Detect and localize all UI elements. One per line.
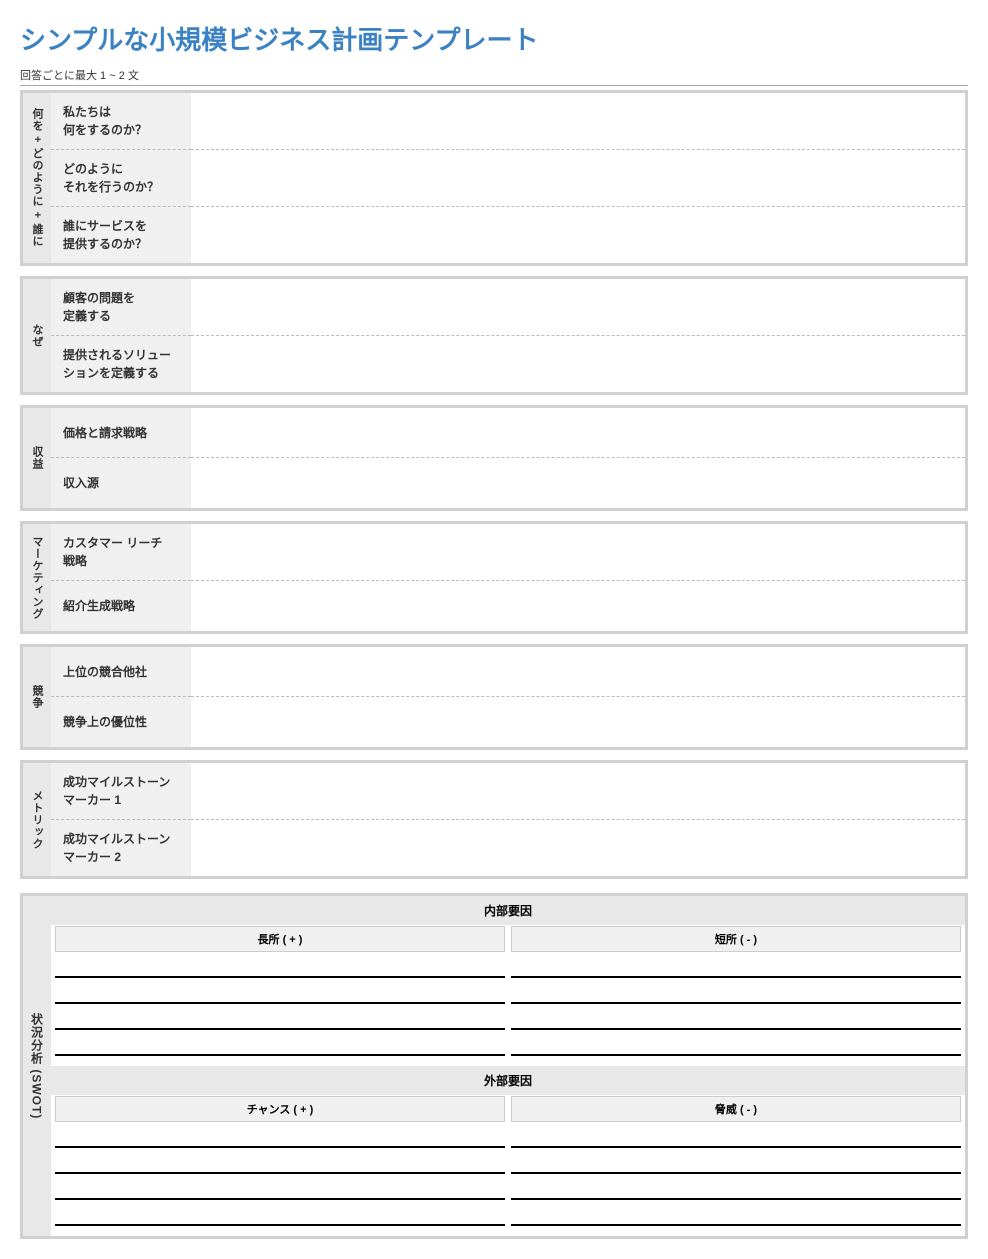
section-rows: 私たちは 何をするのか？どのように それを行うのか？誰にサービスを 提供するのか…	[51, 93, 965, 263]
swot-entry[interactable]	[55, 978, 505, 1004]
section-vertical-label: マーケティング	[23, 524, 51, 631]
subtitle: 回答ごとに最大 1 ~ 2 文	[20, 67, 968, 86]
section-block: なぜ顧客の問題を 定義する提供されるソリューションを定義する	[20, 276, 968, 395]
section-vertical-label: 何を + どのように + 誰に	[23, 93, 51, 263]
swot-entry[interactable]	[511, 952, 961, 978]
row-label: どのように それを行うのか？	[51, 150, 191, 207]
section-row: 収入源	[51, 458, 965, 508]
section-rows: 成功マイルストーン マーカー 1成功マイルストーン マーカー 2	[51, 763, 965, 876]
row-label: 顧客の問題を 定義する	[51, 279, 191, 336]
row-label: 成功マイルストーン マーカー 2	[51, 820, 191, 876]
swot-entry[interactable]	[511, 1174, 961, 1200]
section-vertical-label: なぜ	[23, 279, 51, 392]
section-vertical-label: メトリック	[23, 763, 51, 876]
swot-opportunities-col: チャンス ( + )	[55, 1096, 505, 1230]
swot-weaknesses-col: 短所 ( - )	[511, 926, 961, 1060]
row-content[interactable]	[191, 279, 965, 336]
page-title: シンプルな小規模ビジネス計画テンプレート	[20, 20, 968, 57]
section-block: 何を + どのように + 誰に私たちは 何をするのか？どのように それを行うのか…	[20, 90, 968, 266]
section-rows: 顧客の問題を 定義する提供されるソリューションを定義する	[51, 279, 965, 392]
swot-threats-body	[511, 1122, 961, 1230]
row-label: 成功マイルストーン マーカー 1	[51, 763, 191, 820]
swot-entry[interactable]	[511, 1148, 961, 1174]
row-content[interactable]	[191, 647, 965, 697]
section-row: 紹介生成戦略	[51, 581, 965, 631]
swot-internal-header: 内部要因	[51, 896, 965, 926]
row-content[interactable]	[191, 458, 965, 508]
swot-entry[interactable]	[511, 1200, 961, 1226]
section-rows: 上位の競合他社競争上の優位性	[51, 647, 965, 747]
row-label: 価格と請求戦略	[51, 408, 191, 458]
row-content[interactable]	[191, 820, 965, 876]
sections-container: 何を + どのように + 誰に私たちは 何をするのか？どのように それを行うのか…	[20, 90, 968, 879]
swot-opportunities-header: チャンス ( + )	[55, 1096, 505, 1122]
row-label: 誰にサービスを 提供するのか？	[51, 207, 191, 263]
swot-strengths-header: 長所 ( + )	[55, 926, 505, 952]
swot-vertical-label: 状況分析 (SWOT)	[23, 896, 51, 1236]
row-content[interactable]	[191, 763, 965, 820]
row-content[interactable]	[191, 336, 965, 392]
row-content[interactable]	[191, 697, 965, 747]
section-row: 競争上の優位性	[51, 697, 965, 747]
swot-threats-header: 脅威 ( - )	[511, 1096, 961, 1122]
swot-internal-cols: 長所 ( + ) 短所 ( - )	[51, 926, 965, 1060]
row-label: 私たちは 何をするのか？	[51, 93, 191, 150]
section-row: 上位の競合他社	[51, 647, 965, 697]
section-block: メトリック成功マイルストーン マーカー 1成功マイルストーン マーカー 2	[20, 760, 968, 879]
swot-entry[interactable]	[55, 1174, 505, 1200]
section-block: 収益価格と請求戦略収入源	[20, 405, 968, 511]
section-rows: カスタマー リーチ 戦略紹介生成戦略	[51, 524, 965, 631]
swot-opportunities-body	[55, 1122, 505, 1230]
section-row: 成功マイルストーン マーカー 1	[51, 763, 965, 820]
section-block: マーケティングカスタマー リーチ 戦略紹介生成戦略	[20, 521, 968, 634]
swot-external-cols: チャンス ( + ) 脅威 ( - )	[51, 1096, 965, 1230]
swot-weaknesses-body	[511, 952, 961, 1060]
swot-entry[interactable]	[55, 1030, 505, 1056]
row-content[interactable]	[191, 524, 965, 581]
section-row: カスタマー リーチ 戦略	[51, 524, 965, 581]
section-row: どのように それを行うのか？	[51, 150, 965, 207]
section-rows: 価格と請求戦略収入源	[51, 408, 965, 508]
row-content[interactable]	[191, 581, 965, 631]
row-label: 提供されるソリューションを定義する	[51, 336, 191, 392]
swot-entry[interactable]	[55, 1004, 505, 1030]
section-row: 顧客の問題を 定義する	[51, 279, 965, 336]
row-content[interactable]	[191, 408, 965, 458]
swot-threats-col: 脅威 ( - )	[511, 1096, 961, 1230]
swot-strengths-body	[55, 952, 505, 1060]
section-vertical-label: 競争	[23, 647, 51, 747]
section-row: 提供されるソリューションを定義する	[51, 336, 965, 392]
swot-entry[interactable]	[511, 978, 961, 1004]
swot-block: 状況分析 (SWOT) 内部要因 長所 ( + ) 短所 ( - ) 外部要因 …	[20, 893, 968, 1239]
swot-entry[interactable]	[55, 1148, 505, 1174]
section-vertical-label: 収益	[23, 408, 51, 508]
swot-strengths-col: 長所 ( + )	[55, 926, 505, 1060]
swot-entry[interactable]	[55, 1122, 505, 1148]
row-content[interactable]	[191, 93, 965, 150]
row-label: 紹介生成戦略	[51, 581, 191, 631]
row-label: カスタマー リーチ 戦略	[51, 524, 191, 581]
swot-entry[interactable]	[511, 1122, 961, 1148]
section-row: 価格と請求戦略	[51, 408, 965, 458]
swot-weaknesses-header: 短所 ( - )	[511, 926, 961, 952]
section-row: 誰にサービスを 提供するのか？	[51, 207, 965, 263]
swot-external-header: 外部要因	[51, 1066, 965, 1096]
row-label: 収入源	[51, 458, 191, 508]
row-label: 上位の競合他社	[51, 647, 191, 697]
row-label: 競争上の優位性	[51, 697, 191, 747]
section-row: 私たちは 何をするのか？	[51, 93, 965, 150]
row-content[interactable]	[191, 150, 965, 207]
row-content[interactable]	[191, 207, 965, 263]
swot-entry[interactable]	[55, 952, 505, 978]
section-row: 成功マイルストーン マーカー 2	[51, 820, 965, 876]
swot-entry[interactable]	[511, 1030, 961, 1056]
swot-entry[interactable]	[511, 1004, 961, 1030]
swot-entry[interactable]	[55, 1200, 505, 1226]
section-block: 競争上位の競合他社競争上の優位性	[20, 644, 968, 750]
swot-content: 内部要因 長所 ( + ) 短所 ( - ) 外部要因 チャンス ( + ) 脅…	[51, 896, 965, 1236]
